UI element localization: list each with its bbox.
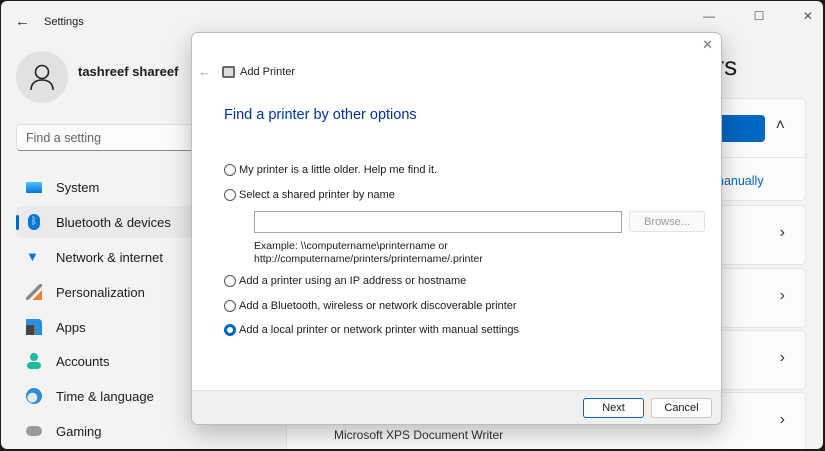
example-text: Example: \\computername\printername or ht… [254, 240, 483, 265]
maximize-button[interactable]: ☐ [754, 9, 765, 23]
apps-icon [26, 319, 42, 335]
back-button[interactable]: ← [15, 13, 30, 30]
option-local-printer[interactable]: Add a local printer or network printer w… [224, 324, 519, 336]
chevron-right-icon: › [779, 349, 785, 366]
gamepad-icon [26, 426, 42, 436]
option-ip-address[interactable]: Add a printer using an IP address or hos… [224, 275, 466, 287]
chevron-right-icon: › [779, 224, 785, 241]
printer-icon [222, 66, 235, 78]
system-icon [26, 181, 42, 193]
bluetooth-icon: ᛒ [28, 214, 40, 230]
option-shared-printer[interactable]: Select a shared printer by name [224, 189, 395, 201]
printer-name: Microsoft XPS Document Writer [334, 428, 504, 442]
dialog-close-button[interactable]: ✕ [702, 37, 713, 53]
wifi-icon: ▼ [26, 249, 39, 264]
radio-button[interactable] [224, 164, 236, 176]
cancel-button[interactable]: Cancel [651, 398, 712, 418]
dialog-title: Add Printer [240, 66, 296, 78]
brush-icon [26, 284, 42, 300]
dialog-heading: Find a printer by other options [224, 107, 417, 123]
window-controls: — ☐ ✕ [703, 9, 813, 23]
next-button[interactable]: Next [583, 398, 644, 418]
chevron-up-icon[interactable]: ˄ [776, 117, 785, 135]
chevron-right-icon: › [779, 287, 785, 304]
user-name: tashreef shareef [78, 64, 179, 79]
shared-printer-name-input[interactable] [254, 211, 622, 233]
dialog-back-button[interactable]: ← [198, 64, 211, 79]
radio-button-selected[interactable] [224, 324, 236, 336]
browse-button[interactable]: Browse... [629, 211, 705, 232]
option-bluetooth-wireless[interactable]: Add a Bluetooth, wireless or network dis… [224, 300, 517, 312]
app-title: Settings [44, 16, 84, 28]
radio-button[interactable] [224, 189, 236, 201]
clock-globe-icon [26, 388, 42, 404]
minimize-button[interactable]: — [703, 9, 715, 23]
option-older-printer[interactable]: My printer is a little older. Help me fi… [224, 164, 437, 176]
chevron-right-icon: › [779, 411, 785, 428]
avatar [16, 51, 68, 103]
add-printer-dialog: ✕ ← Add Printer Find a printer by other … [191, 32, 722, 425]
radio-button[interactable] [224, 300, 236, 312]
add-manually-link[interactable]: nanually [717, 174, 764, 188]
close-button[interactable]: ✕ [803, 9, 813, 23]
person-icon [30, 64, 54, 91]
selected-indicator [16, 215, 19, 230]
account-icon [26, 353, 42, 369]
radio-button[interactable] [224, 275, 236, 287]
